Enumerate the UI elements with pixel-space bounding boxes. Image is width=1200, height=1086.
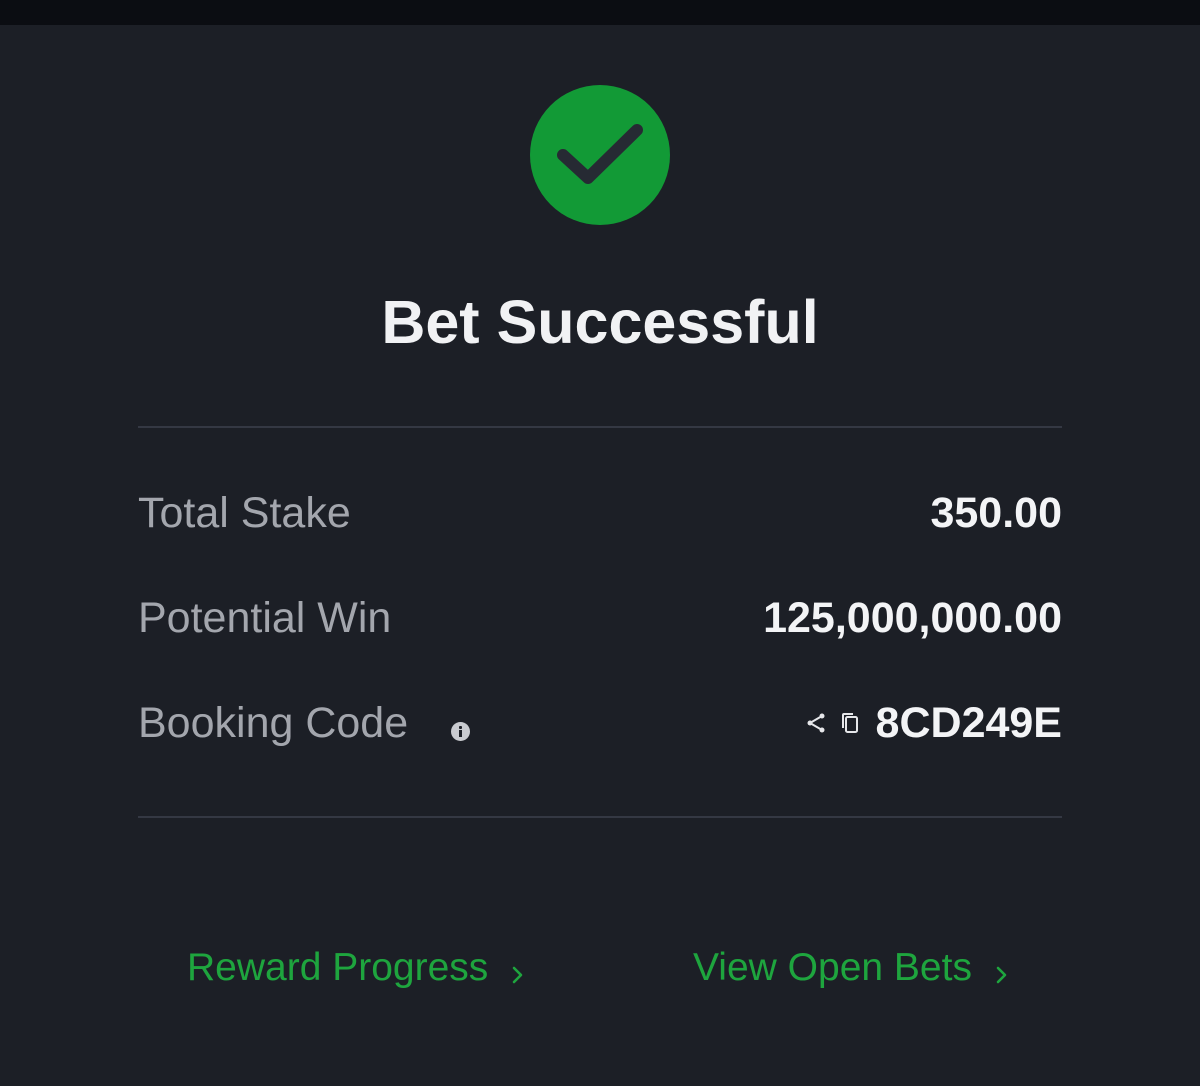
- reward-progress-label: Reward Progress: [187, 946, 489, 989]
- view-open-bets-label: View Open Bets: [693, 946, 972, 989]
- chevron-right-icon: [996, 966, 1007, 984]
- total-stake-row: Total Stake 350.00: [138, 483, 1062, 543]
- potential-win-row: Potential Win 125,000,000.00: [138, 588, 1062, 648]
- checkmark-circle-icon: [530, 85, 670, 225]
- view-open-bets-link[interactable]: View Open Bets: [693, 938, 1012, 998]
- checkmark-icon: [557, 124, 643, 184]
- total-stake-value: 350.00: [930, 489, 1062, 537]
- booking-code-group: 8CD249E: [804, 693, 1062, 753]
- total-stake-label: Total Stake: [138, 489, 351, 537]
- chevron-right-icon: [512, 966, 523, 984]
- share-icon[interactable]: [804, 711, 828, 735]
- divider-bottom: [138, 816, 1062, 818]
- info-icon[interactable]: [451, 722, 470, 741]
- copy-icon[interactable]: [838, 711, 862, 735]
- booking-code-value[interactable]: 8CD249E: [876, 693, 1062, 753]
- top-bar: [0, 0, 1200, 25]
- reward-progress-link[interactable]: Reward Progress: [187, 938, 528, 998]
- potential-win-label: Potential Win: [138, 594, 392, 642]
- page-title: Bet Successful: [381, 288, 819, 356]
- booking-code-label: Booking Code: [138, 699, 409, 747]
- potential-win-value: 125,000,000.00: [763, 594, 1062, 642]
- divider-top: [138, 426, 1062, 428]
- booking-code-row: Booking Code 8CD249E: [138, 693, 1062, 753]
